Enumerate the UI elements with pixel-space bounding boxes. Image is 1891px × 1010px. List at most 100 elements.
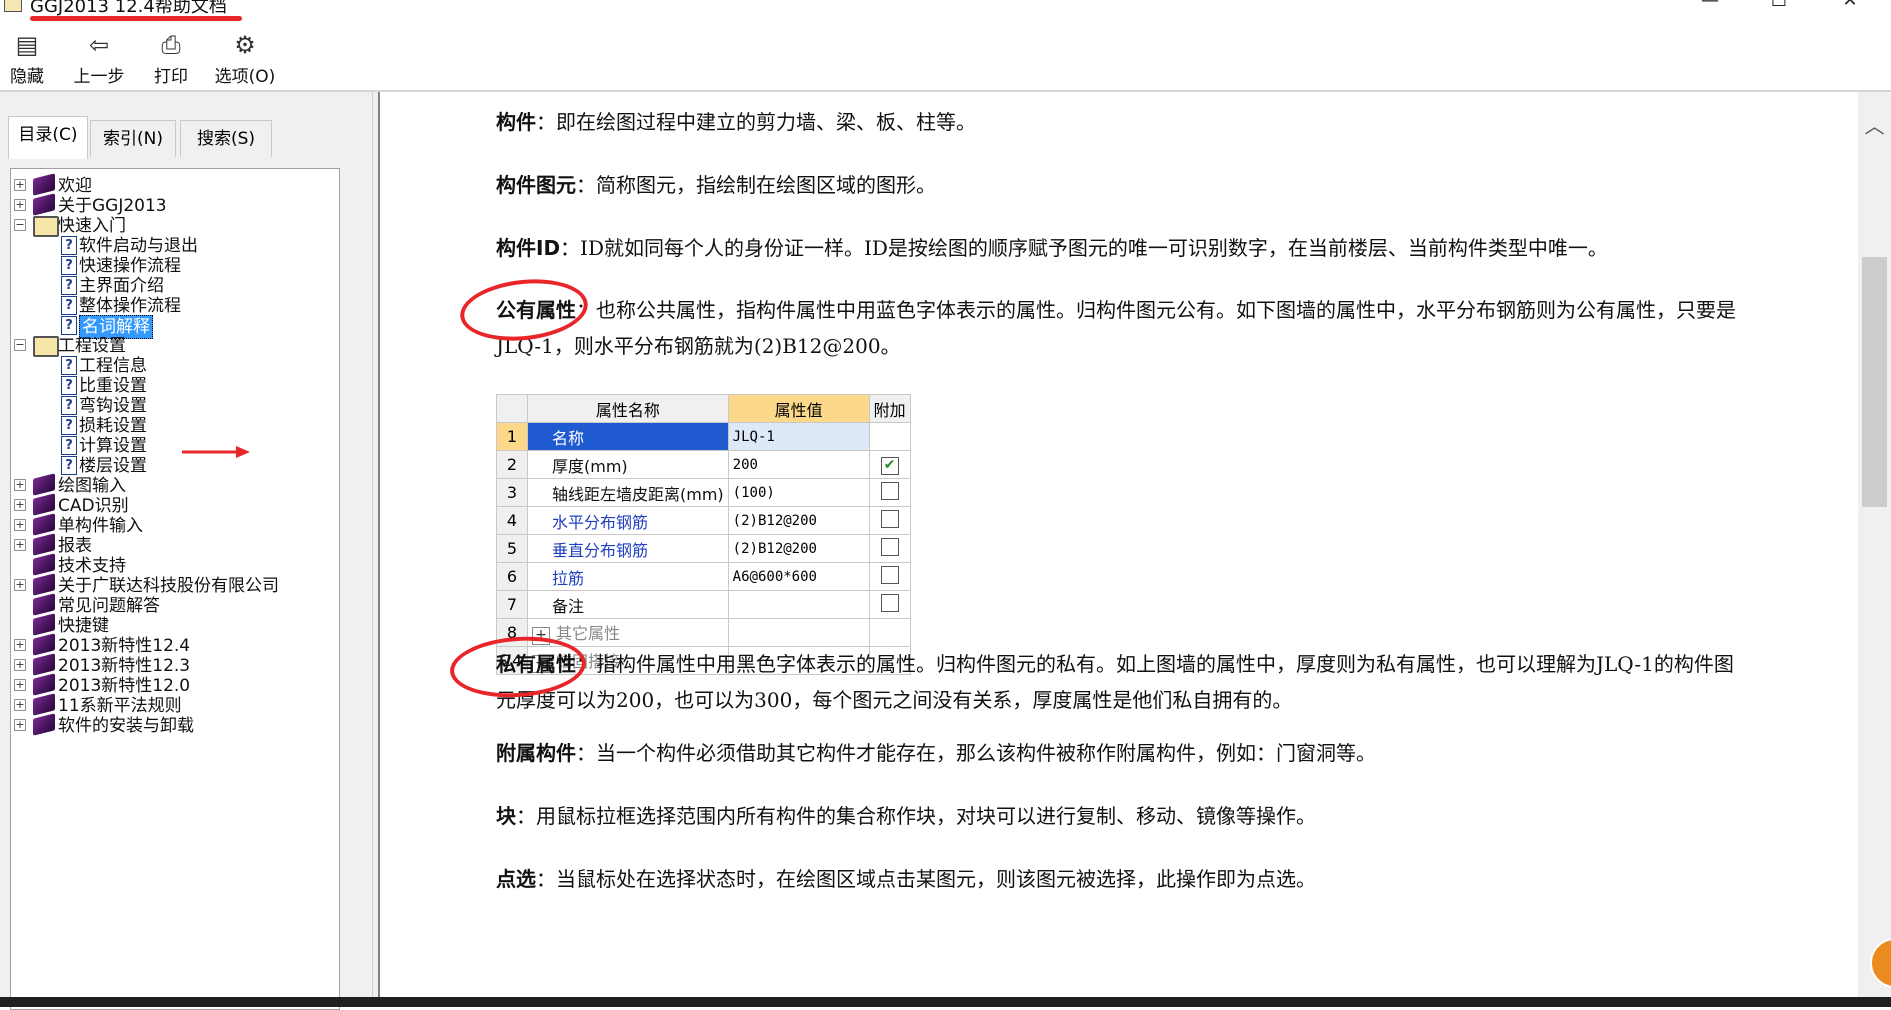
book-icon: [33, 653, 55, 676]
expand-icon[interactable]: +: [14, 639, 26, 651]
tree-label: 11系新平法规则: [58, 696, 182, 716]
expand-icon[interactable]: +: [14, 539, 26, 551]
collapse-icon[interactable]: −: [14, 339, 26, 351]
tree-item[interactable]: ? 整体操作流程: [11, 295, 337, 317]
tree-label: 单构件输入: [58, 516, 143, 536]
property-table: 属性名称 属性值 附加 1 名称 JLQ-1 2 厚度(mm) 200 ✔ 3 轴线距左墙皮距离…: [496, 394, 911, 675]
tree-item[interactable]: 快捷键: [11, 613, 337, 637]
hide-button[interactable]: ▤ 隐藏: [4, 30, 50, 88]
book-icon: [33, 573, 55, 596]
print-button[interactable]: ⎙ 打印: [150, 30, 192, 88]
back-arrow-icon: ⇦: [88, 31, 110, 59]
tree-item[interactable]: + 软件的安装与卸载: [11, 713, 337, 737]
checkbox[interactable]: [880, 565, 899, 584]
checkbox-checked[interactable]: ✔: [880, 457, 899, 475]
tree-item[interactable]: ? 楼层设置: [11, 455, 337, 477]
additional-cell: [868, 590, 911, 619]
property-row[interactable]: 1 名称 JLQ-1: [496, 422, 911, 451]
checkbox[interactable]: [880, 481, 899, 500]
content-scrollbar[interactable]: ︿: [1858, 92, 1891, 997]
property-value-cell[interactable]: [727, 618, 870, 647]
property-value-cell[interactable]: (2)B12@200: [727, 534, 870, 563]
tree-label: 关于GGJ2013: [58, 196, 167, 216]
tree-item[interactable]: +11系新平法规则: [11, 693, 337, 717]
tree-item[interactable]: 常见问题解答: [11, 593, 337, 617]
property-value-cell[interactable]: JLQ-1: [727, 422, 870, 451]
tree-item[interactable]: ? 比重设置: [11, 375, 337, 397]
tree-item[interactable]: ? 快速操作流程: [11, 255, 337, 277]
tree-item[interactable]: ? 主界面介绍: [11, 275, 337, 297]
collapse-icon[interactable]: −: [14, 219, 26, 231]
tree-item[interactable]: +2013新特性12.4: [11, 633, 337, 657]
property-value-cell[interactable]: [727, 590, 870, 619]
property-name-cell: 备注: [527, 590, 729, 619]
row-number: 3: [496, 478, 528, 507]
maximize-button[interactable]: ☐: [1759, 0, 1799, 16]
tree-item[interactable]: ? 计算设置: [11, 435, 337, 457]
tree-item[interactable]: + 单构件输入: [11, 513, 337, 537]
property-value-cell[interactable]: (2)B12@200: [727, 506, 870, 535]
contents-tree: + 欢迎 + 关于GGJ2013− 快速入门? 软件启动与退出? 快速操作流程? 主界面介绍?…: [10, 168, 340, 1010]
taskbar: [0, 997, 1891, 1007]
tree-item[interactable]: +2013新特性12.3: [11, 653, 337, 677]
tree-label: 报表: [58, 536, 92, 556]
tree-item[interactable]: ? 损耗设置: [11, 415, 337, 437]
checkbox[interactable]: [880, 593, 899, 612]
tree-item[interactable]: − 快速入门: [11, 215, 337, 237]
tree-item[interactable]: − 工程设置: [11, 335, 337, 357]
tab-search[interactable]: 搜索(S): [180, 120, 272, 157]
printer-icon: ⎙: [161, 31, 181, 59]
options-button[interactable]: ⚙ 选项(O): [212, 30, 278, 88]
tab-contents[interactable]: 目录(C): [8, 116, 88, 159]
minimize-button[interactable]: —: [1690, 0, 1730, 16]
tree-item[interactable]: ? 软件启动与退出: [11, 235, 337, 257]
property-value-cell[interactable]: 200: [727, 450, 870, 479]
additional-cell: [868, 534, 911, 563]
tab-index[interactable]: 索引(N): [90, 120, 176, 157]
book-icon: [33, 533, 55, 556]
close-button[interactable]: ✕: [1830, 0, 1870, 16]
expand-icon[interactable]: +: [14, 719, 26, 731]
tree-label: 损耗设置: [79, 416, 147, 436]
book-icon: [33, 553, 55, 576]
checkbox[interactable]: [880, 537, 899, 556]
paragraph-block: 块：用鼠标拉框选择范围内所有构件的集合称作块，对块可以进行复制、移动、镜像等操作…: [496, 798, 1746, 834]
expand-icon[interactable]: +: [14, 659, 26, 671]
tree-item[interactable]: +2013新特性12.0: [11, 673, 337, 697]
expand-icon[interactable]: +: [14, 579, 26, 591]
term-description: ：指构件属性中用黑色字体表示的属性。归构件图元的私有。如上图墙的属性中，厚度则为…: [496, 652, 1734, 712]
property-row[interactable]: 7 备注: [496, 590, 911, 619]
property-value-cell[interactable]: A6@600*600: [727, 562, 870, 591]
tree-item[interactable]: ? 弯钩设置: [11, 395, 337, 417]
scroll-thumb[interactable]: [1862, 257, 1887, 507]
term-title: 构件ID: [496, 236, 561, 260]
property-row[interactable]: 5 垂直分布钢筋 (2)B12@200: [496, 534, 911, 563]
tree-item[interactable]: ? 名词解释: [11, 315, 337, 339]
tree-item[interactable]: + 关于GGJ2013: [11, 193, 337, 217]
property-row[interactable]: 6 拉筋 A6@600*600: [496, 562, 911, 591]
expand-icon[interactable]: +: [14, 519, 26, 531]
expand-icon[interactable]: +: [14, 499, 26, 511]
tree-item[interactable]: + CAD识别: [11, 493, 337, 517]
term-title: 构件图元: [496, 173, 576, 197]
expand-icon[interactable]: +: [14, 479, 26, 491]
property-row[interactable]: 2 厚度(mm) 200 ✔: [496, 450, 911, 479]
scroll-up-icon[interactable]: ︿: [1858, 110, 1891, 138]
tree-item[interactable]: + 欢迎: [11, 173, 337, 197]
expand-icon[interactable]: +: [14, 179, 26, 191]
tree-item[interactable]: + 绘图输入: [11, 473, 337, 497]
tree-item[interactable]: + 报表: [11, 533, 337, 557]
expand-icon[interactable]: +: [14, 699, 26, 711]
property-row[interactable]: 4 水平分布钢筋 (2)B12@200: [496, 506, 911, 535]
tree-item[interactable]: + 关于广联达科技股份有限公司: [11, 573, 337, 597]
tree-item[interactable]: ? 工程信息: [11, 355, 337, 377]
back-button[interactable]: ⇦ 上一步: [70, 30, 128, 88]
expand-icon[interactable]: +: [14, 679, 26, 691]
book-icon: [33, 673, 55, 696]
property-row[interactable]: 3 轴线距左墙皮距离(mm) (100): [496, 478, 911, 507]
expand-icon[interactable]: +: [14, 199, 26, 211]
property-value-cell[interactable]: (100): [727, 478, 870, 507]
term-description: ：也称公共属性，指构件属性中用蓝色字体表示的属性。归构件图元公有。如下图墙的属性…: [496, 298, 1736, 358]
checkbox[interactable]: [880, 509, 899, 528]
tree-item[interactable]: 技术支持: [11, 553, 337, 577]
